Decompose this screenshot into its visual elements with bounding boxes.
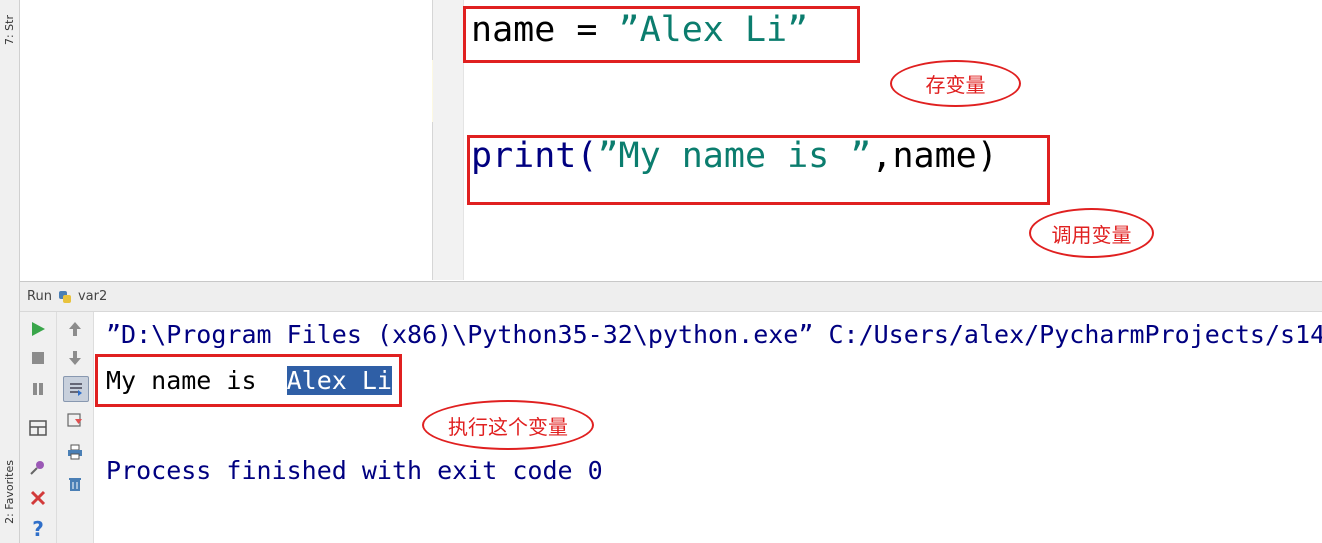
scroll-to-end-button[interactable] (63, 409, 87, 433)
run-panel-header: Run var2 (20, 281, 1322, 312)
annotation-execute-variable: 执行这个变量 (422, 400, 594, 450)
stop-icon (32, 352, 44, 364)
soft-wrap-toggle[interactable] (63, 376, 89, 402)
run-toolbar-secondary (57, 312, 94, 543)
editor-gutter (433, 0, 464, 280)
rerun-button[interactable] (26, 317, 50, 341)
arrow-down-icon (69, 351, 81, 365)
clear-all-button[interactable] (63, 472, 87, 496)
project-panel (20, 0, 433, 280)
structure-tab[interactable]: 7: Str (0, 0, 19, 60)
close-icon (30, 490, 46, 506)
down-stack-button[interactable] (63, 346, 87, 370)
python-icon (58, 290, 72, 304)
highlight-box-print (467, 135, 1050, 205)
help-button[interactable]: ? (26, 517, 50, 541)
annotation-execute-variable-text: 执行这个变量 (448, 414, 568, 439)
pause-icon (33, 383, 43, 395)
annotation-store-variable-text: 存变量 (925, 73, 986, 97)
help-icon: ? (32, 517, 44, 541)
restore-layout-button[interactable] (26, 416, 50, 440)
stop-button[interactable] (26, 346, 50, 370)
annotation-call-variable-text: 调用变量 (1051, 222, 1132, 247)
structure-tab-label: 7: Str (3, 14, 16, 46)
annotation-store-variable: 存变量 (890, 60, 1021, 107)
pin-tab-button[interactable] (26, 455, 50, 479)
run-label: Run (27, 289, 52, 304)
run-config-name[interactable]: var2 (78, 289, 107, 304)
highlight-box-output (95, 354, 402, 407)
printer-icon (68, 444, 82, 460)
print-button[interactable] (63, 440, 87, 464)
close-button[interactable] (26, 486, 50, 510)
run-toolbar-primary: ? (20, 312, 57, 543)
layout-icon (29, 420, 47, 436)
up-stack-button[interactable] (63, 317, 87, 341)
pin-icon (30, 461, 44, 475)
console-command-line: ”D:\Program Files (x86)\Python35-32\pyth… (106, 320, 1322, 349)
left-tool-strip: 7: Str 2: Favorites (0, 0, 20, 543)
arrow-up-icon (69, 322, 81, 336)
scroll-end-icon (67, 413, 82, 427)
pause-button[interactable] (26, 377, 50, 401)
annotation-call-variable: 调用变量 (1029, 208, 1154, 258)
highlight-box-assignment (463, 6, 860, 63)
soft-wrap-icon (70, 383, 82, 396)
play-icon (32, 322, 45, 336)
trash-icon (69, 478, 81, 491)
favorites-tab[interactable]: 2: Favorites (0, 440, 19, 543)
console-exit-message: Process finished with exit code 0 (106, 456, 603, 485)
run-console[interactable]: ”D:\Program Files (x86)\Python35-32\pyth… (94, 312, 1322, 543)
favorites-tab-label: 2: Favorites (3, 459, 16, 524)
